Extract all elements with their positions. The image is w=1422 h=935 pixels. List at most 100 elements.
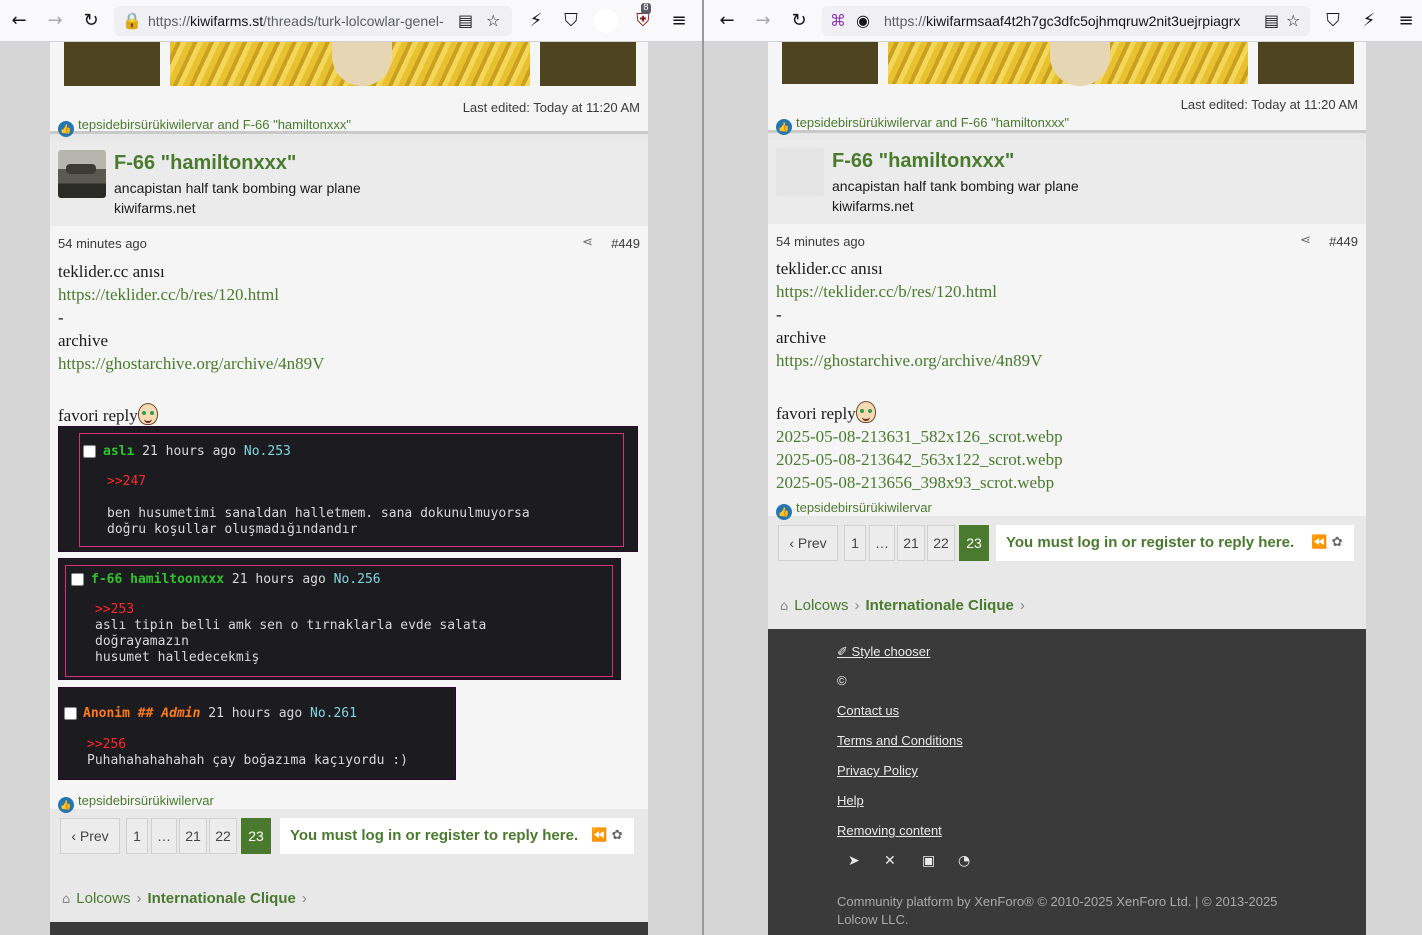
post-text: archive xyxy=(776,328,827,347)
prev-page-button[interactable]: ‹ Prev xyxy=(60,818,120,854)
reply-text: doğrayamazın xyxy=(95,634,189,649)
url-bar[interactable]: 🔒 https://kiwifarms.st/threads/turk-lolc… xyxy=(114,6,512,36)
linkedin-icon[interactable]: ▣ xyxy=(922,853,935,869)
page-link[interactable]: 22 xyxy=(209,818,237,854)
shield-icon[interactable]: ⛉ xyxy=(559,9,583,33)
browser-window-left: ← → ↻ 🔒 https://kiwifarms.st/threads/tur… xyxy=(0,0,702,935)
embedded-image-2[interactable]: f-66 hamiltoonxxx 21 hours ago No.256 >>… xyxy=(58,558,621,680)
tor-circuit-icon[interactable]: ⌘ xyxy=(830,11,846,30)
embedded-image-3[interactable]: Anonim ## Admin 21 hours ago No.261 >>25… xyxy=(58,687,456,780)
avatar[interactable] xyxy=(58,150,106,198)
attachment-link[interactable]: 2025-05-08-213642_563x122_scrot.webp xyxy=(776,450,1063,470)
reply-header: Anonim ## Admin 21 hours ago No.261 xyxy=(83,706,357,721)
breadcrumb-current[interactable]: Internationale Clique xyxy=(147,890,295,907)
attachment-thumb[interactable] xyxy=(64,42,160,86)
forward-icon[interactable]: → xyxy=(751,9,775,33)
telegram-icon[interactable]: ➤ xyxy=(848,853,860,869)
page-link[interactable]: 22 xyxy=(927,525,955,561)
help-link[interactable]: Help xyxy=(837,793,864,808)
contact-us-link[interactable]: Contact us xyxy=(837,703,899,718)
post-number[interactable]: #449 xyxy=(611,236,640,251)
reaction-summary[interactable]: 👍 tepsidebirsürükiwilervar xyxy=(58,793,214,813)
attachment-thumb[interactable] xyxy=(1258,42,1354,84)
post-time[interactable]: 54 minutes ago xyxy=(776,234,865,249)
reaction-summary[interactable]: 👍 tepsidebirsürükiwilervar and F-66 "hami… xyxy=(58,117,351,137)
copyright-icon[interactable]: © xyxy=(837,673,847,688)
reader-view-icon[interactable]: ▤ xyxy=(1258,11,1280,30)
page-jump[interactable]: … xyxy=(151,818,177,854)
bookmark-star-icon[interactable]: ☆ xyxy=(486,11,500,30)
first-unread-icon[interactable]: ⏪ ✿ xyxy=(580,818,634,854)
browser-window-right: ← → ↻ ⌘ ◉ https://kiwifarmsaaf4t2h7gc3df… xyxy=(704,0,1422,935)
share-icon[interactable]: ⋖ xyxy=(582,235,593,250)
extension-wand-icon[interactable]: ⚡ xyxy=(524,9,548,33)
post-link[interactable]: https://ghostarchive.org/archive/4n89V xyxy=(776,351,1042,371)
reply-text: ben husumetimi sanaldan halletmem. sana … xyxy=(107,506,530,521)
user-banner: kiwifarms.net xyxy=(114,200,196,216)
username[interactable]: F-66 "hamiltonxxx" xyxy=(114,152,296,175)
post-time[interactable]: 54 minutes ago xyxy=(58,236,147,251)
first-unread-icon[interactable]: ⏪ ✿ xyxy=(1300,525,1354,561)
attachment-thumb[interactable] xyxy=(540,42,636,86)
post-number[interactable]: #449 xyxy=(1329,234,1358,249)
page-current[interactable]: 23 xyxy=(241,818,271,854)
url-text[interactable]: https://kiwifarms.st/threads/turk-lolcow… xyxy=(148,13,444,29)
username[interactable]: F-66 "hamiltonxxx" xyxy=(832,150,1014,173)
page-jump[interactable]: … xyxy=(869,525,895,561)
reply-text: husumet halledecekmiş xyxy=(95,650,260,665)
attachment-thumb[interactable] xyxy=(782,42,878,84)
onion-icon: ◉ xyxy=(856,11,870,30)
reload-icon[interactable]: ↻ xyxy=(787,9,811,33)
url-text[interactable]: https://kiwifarmsaaf4t2h7gc3dfc5ojhmqruw… xyxy=(884,13,1240,29)
reader-view-icon[interactable]: ▤ xyxy=(458,11,473,30)
login-notice[interactable]: You must log in or register to reply her… xyxy=(996,525,1305,561)
breadcrumb-root[interactable]: Lolcows xyxy=(76,890,130,907)
bookmark-star-icon[interactable]: ☆ xyxy=(1286,11,1300,30)
extension-wand-icon[interactable]: ⚡ xyxy=(1357,9,1381,33)
style-chooser-link[interactable]: ✐ Style chooser xyxy=(837,644,930,660)
breadcrumb-current[interactable]: Internationale Clique xyxy=(865,597,1013,614)
page-link[interactable]: 21 xyxy=(179,818,207,854)
back-icon[interactable]: ← xyxy=(7,9,31,33)
forward-icon[interactable]: → xyxy=(43,9,67,33)
copyright-text: Community platform by XenForo® © 2010-20… xyxy=(837,894,1278,927)
menu-icon[interactable]: ≡ xyxy=(1394,9,1418,33)
profile-icon[interactable] xyxy=(594,9,618,33)
ublock-icon[interactable]: ⛨ 8 xyxy=(631,3,655,33)
home-icon[interactable]: ⌂ xyxy=(780,599,788,614)
embedded-image-1[interactable]: aslı 21 hours ago No.253 >>247 ben husum… xyxy=(58,426,638,552)
breadcrumb-root[interactable]: Lolcows xyxy=(794,597,848,614)
attachment-thumb[interactable] xyxy=(888,42,1248,86)
login-notice[interactable]: You must log in or register to reply her… xyxy=(280,818,589,854)
home-icon[interactable]: ⌂ xyxy=(62,892,70,907)
page-link[interactable]: 1 xyxy=(844,525,866,561)
url-bar[interactable]: ⌘ ◉ https://kiwifarmsaaf4t2h7gc3dfc5ojhm… xyxy=(822,6,1310,36)
avatar[interactable] xyxy=(776,148,824,196)
page-current[interactable]: 23 xyxy=(959,525,989,561)
menu-icon[interactable]: ≡ xyxy=(667,9,691,33)
share-icon[interactable]: ⋖ xyxy=(1300,233,1311,248)
post-text: archive xyxy=(58,331,109,350)
reload-icon[interactable]: ↻ xyxy=(79,9,103,33)
footer xyxy=(50,922,648,935)
shield-icon[interactable]: ⛉ xyxy=(1321,9,1345,33)
post-link[interactable]: https://ghostarchive.org/archive/4n89V xyxy=(58,354,324,374)
reaction-summary[interactable]: 👍 tepsidebirsürükiwilervar and F-66 "hami… xyxy=(776,115,1069,135)
attachment-link[interactable]: 2025-05-08-213631_582x126_scrot.webp xyxy=(776,427,1063,447)
page-link[interactable]: 1 xyxy=(126,818,148,854)
back-icon[interactable]: ← xyxy=(715,9,739,33)
x-icon[interactable]: ✕ xyxy=(884,853,896,869)
attachment-thumb[interactable] xyxy=(170,42,530,86)
reaction-summary[interactable]: 👍 tepsidebirsürükiwilervar xyxy=(776,500,932,520)
prev-page-button[interactable]: ‹ Prev xyxy=(778,525,838,561)
attachment-link[interactable]: 2025-05-08-213656_398x93_scrot.webp xyxy=(776,473,1054,493)
post-link[interactable]: https://teklider.cc/b/res/120.html xyxy=(776,282,997,302)
post-text: teklider.cc anısı xyxy=(58,262,165,281)
privacy-link[interactable]: Privacy Policy xyxy=(837,763,918,778)
page-link[interactable]: 21 xyxy=(897,525,925,561)
post-link[interactable]: https://teklider.cc/b/res/120.html xyxy=(58,285,279,305)
terms-link[interactable]: Terms and Conditions xyxy=(837,733,963,748)
user-title: ancapistan half tank bombing war plane xyxy=(114,180,361,196)
removing-content-link[interactable]: Removing content xyxy=(837,823,942,838)
rss-icon[interactable]: ◔ xyxy=(958,853,970,869)
